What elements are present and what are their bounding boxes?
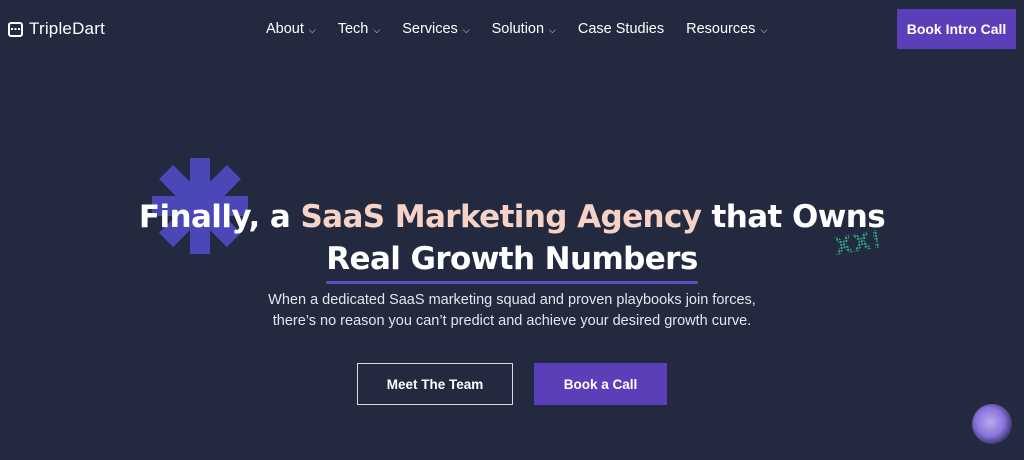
hero-subtext: When a dedicated SaaS marketing squad an… [0, 290, 1024, 332]
chevron-down-icon: ⌵ [373, 24, 381, 35]
tripledart-logo-icon [8, 21, 23, 37]
subtext-line2: there’s no reason you can’t predict and … [272, 313, 752, 329]
meet-the-team-button[interactable]: Meet The Team [357, 363, 513, 405]
nav-item-tech[interactable]: Tech ⌵ [338, 21, 380, 37]
headline-line2-wrap: Real Growth Numbers [326, 238, 698, 284]
headline-line2: Real Growth Numbers [326, 241, 698, 277]
nav-item-label: Solution [491, 21, 545, 37]
book-intro-call-button[interactable]: Book Intro Call [897, 9, 1016, 49]
doodle-text: XX! [832, 226, 884, 260]
site-header: TripleDart About ⌵ Tech ⌵ Services ⌵ Sol… [0, 0, 1024, 58]
nav-item-label: About [266, 21, 304, 37]
nav-item-resources[interactable]: Resources ⌵ [686, 21, 767, 37]
nav-item-label: Services [402, 21, 458, 37]
nav-item-about[interactable]: About ⌵ [266, 21, 316, 37]
nav-item-case-studies[interactable]: Case Studies [578, 21, 664, 37]
nav-item-label: Resources [686, 21, 756, 37]
logo-text: TripleDart [29, 19, 105, 38]
nav-item-label: Tech [337, 21, 369, 37]
logo[interactable]: TripleDart [8, 18, 105, 40]
nav-item-label: Case Studies [577, 21, 665, 37]
nav-item-solution[interactable]: Solution ⌵ [492, 21, 556, 37]
chevron-down-icon: ⌵ [308, 24, 316, 35]
chevron-down-icon: ⌵ [462, 24, 470, 35]
headline-underline [326, 281, 698, 284]
main-nav: About ⌵ Tech ⌵ Services ⌵ Solution ⌵ Cas… [266, 18, 789, 40]
chat-widget-icon[interactable] [972, 404, 1012, 444]
subtext-line1: When a dedicated SaaS marketing squad an… [268, 292, 756, 308]
nav-item-services[interactable]: Services ⌵ [402, 21, 469, 37]
chevron-down-icon: ⌵ [760, 24, 768, 35]
xx-doodle-icon: XX! [832, 226, 884, 260]
headline-part1: Finally, a [138, 199, 301, 235]
chevron-down-icon: ⌵ [549, 24, 556, 35]
headline-accent: SaaS Marketing Agency [300, 199, 702, 235]
book-a-call-button[interactable]: Book a Call [534, 363, 667, 405]
